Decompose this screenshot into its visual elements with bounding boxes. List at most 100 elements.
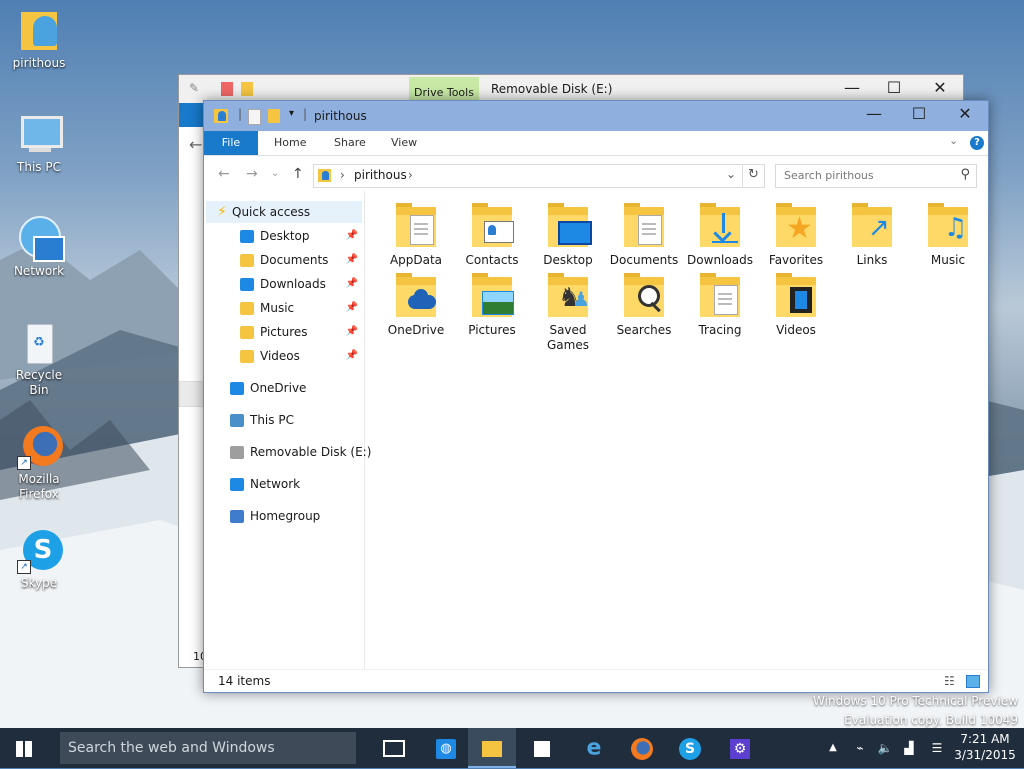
nav-item-removable-disk-e[interactable]: Removable Disk (E:) [230, 441, 371, 463]
start-button[interactable] [0, 728, 48, 768]
power-plug-icon[interactable]: ⌁ [850, 728, 870, 768]
tab-share[interactable]: Share [334, 131, 366, 155]
taskbar: Search the web and Windows ◍ e S ⚙ ▲ ⌁ 🔈… [0, 728, 1024, 768]
desktop-icon-firefox[interactable]: ↗ Mozilla Firefox [6, 422, 72, 502]
back-arrow-icon[interactable]: ← [218, 166, 230, 182]
properties-icon[interactable] [248, 109, 261, 125]
expand-ribbon-icon[interactable]: ⌄ [949, 134, 958, 147]
tab-view[interactable]: View [391, 131, 417, 155]
taskbar-search-box[interactable]: Search the web and Windows [60, 732, 356, 764]
desktop-icon-pirithous[interactable]: pirithous [6, 6, 72, 71]
skype-icon: S ↗ [15, 526, 63, 574]
nav-item-homegroup[interactable]: Homegroup [230, 505, 362, 527]
folder-label: Documents [609, 253, 679, 267]
location-icon [230, 414, 244, 427]
desktop-icon-network[interactable]: Network [6, 214, 72, 279]
clock[interactable]: 7:21 AM 3/31/2015 [952, 728, 1018, 768]
search-input[interactable]: Search pirithous ⚲ [775, 164, 977, 188]
folder-item[interactable]: ↗ Links [834, 201, 910, 268]
desktop-icon-label: Mozilla [18, 472, 60, 486]
folder-icon [772, 271, 820, 319]
desktop-icon-skype[interactable]: S ↗ Skype [6, 526, 72, 591]
pin-icon[interactable]: 📌 [346, 297, 358, 319]
signal-bars-icon[interactable]: ▟ [900, 728, 918, 768]
search-placeholder: Search pirithous [784, 169, 874, 182]
customize-toolbar-dropdown-icon[interactable]: ▾ [289, 108, 294, 119]
nav-label: Documents [260, 253, 329, 267]
address-bar[interactable]: › pirithous › ⌄ ↻ [313, 164, 765, 188]
scrollbar[interactable] [179, 381, 205, 407]
pin-icon[interactable]: 📌 [346, 345, 358, 367]
file-explorer-icon [482, 740, 502, 757]
nav-item-videos[interactable]: Videos 📌 [240, 345, 362, 367]
pin-icon[interactable]: 📌 [346, 225, 358, 247]
folder-item[interactable]: ★ Favorites [758, 201, 834, 268]
pin-icon[interactable]: 📌 [346, 321, 358, 343]
taskbar-ie[interactable]: e [570, 728, 618, 768]
folder-item[interactable]: Documents [606, 201, 682, 268]
maximize-button[interactable]: ☐ [896, 101, 942, 129]
taskbar-store[interactable] [518, 728, 566, 768]
close-button[interactable]: ✕ [917, 75, 963, 103]
up-arrow-icon[interactable]: ↑ [292, 166, 304, 182]
nav-item-music[interactable]: Music 📌 [240, 297, 362, 319]
nav-item-downloads[interactable]: Downloads 📌 [240, 273, 362, 295]
breadcrumb-item[interactable]: pirithous [354, 168, 407, 182]
show-hidden-icons-chevron[interactable]: ▲ [826, 728, 840, 768]
desktop-icon-label: Firefox [19, 487, 59, 501]
title-bar[interactable]: | ▾ | pirithous — ☐ ✕ [204, 101, 988, 131]
details-view-icon[interactable]: ☷ [944, 674, 955, 688]
taskbar-file-explorer[interactable] [468, 728, 516, 768]
action-center-icon[interactable]: ☰ [928, 728, 946, 768]
folder-item[interactable]: Pictures [454, 271, 530, 338]
document-icon [406, 213, 436, 245]
nav-item-network[interactable]: Network [230, 473, 362, 495]
folder-icon [468, 271, 516, 319]
folder-item[interactable]: Tracing [682, 271, 758, 338]
folder-label: OneDrive [387, 323, 445, 337]
search-icon[interactable]: ⚲ [960, 167, 970, 182]
drive-icon: ✎ [189, 81, 200, 95]
refresh-icon[interactable]: ↻ [748, 167, 759, 182]
recent-locations-chevron-icon[interactable]: ⌄ [271, 168, 279, 179]
taskbar-globe-app[interactable]: ◍ [422, 728, 470, 768]
taskbar-firefox[interactable] [618, 728, 666, 768]
explorer-window[interactable]: | ▾ | pirithous — ☐ ✕ File Home Share Vi… [203, 100, 989, 693]
task-view-button[interactable] [370, 728, 418, 768]
pin-icon[interactable]: 📌 [346, 273, 358, 295]
large-icons-view-icon[interactable] [966, 675, 980, 688]
folder-item[interactable]: OneDrive [378, 271, 454, 338]
back-arrow-icon[interactable]: ← [189, 135, 202, 154]
nav-item-onedrive[interactable]: OneDrive [230, 377, 362, 399]
nav-quick-access[interactable]: ⚡ Quick access [206, 201, 362, 223]
folder-item[interactable]: Contacts [454, 201, 530, 268]
taskbar-skype[interactable]: S [666, 728, 714, 768]
nav-item-this-pc[interactable]: This PC [230, 409, 362, 431]
desktop-icon-recycle-bin[interactable]: ♻ Recycle Bin [6, 318, 72, 398]
folder-item[interactable]: ♞ ♟ Saved Games [530, 271, 606, 353]
folder-item[interactable]: Downloads [682, 201, 758, 268]
folder-item[interactable]: Videos [758, 271, 834, 338]
nav-item-documents[interactable]: Documents 📌 [240, 249, 362, 271]
tab-home[interactable]: Home [274, 131, 306, 155]
desktop-icon-this-pc[interactable]: This PC [6, 110, 72, 175]
folder-item[interactable]: AppData [378, 201, 454, 268]
taskbar-settings[interactable]: ⚙ [716, 728, 764, 768]
breadcrumb-separator-icon[interactable]: › [408, 168, 413, 182]
close-button[interactable]: ✕ [942, 101, 988, 129]
new-folder-icon[interactable] [268, 109, 280, 123]
help-icon[interactable]: ? [970, 136, 984, 150]
folder-item[interactable]: ♫ Music [910, 201, 986, 268]
forward-arrow-icon[interactable]: → [246, 166, 258, 182]
tab-file[interactable]: File [204, 131, 258, 155]
address-dropdown-icon[interactable]: ⌄ [726, 167, 736, 181]
volume-icon[interactable]: 🔈 [876, 728, 894, 768]
minimize-button[interactable]: — [851, 101, 897, 129]
pin-icon[interactable]: 📌 [346, 249, 358, 271]
nav-item-pictures[interactable]: Pictures 📌 [240, 321, 362, 343]
maximize-button[interactable]: ☐ [871, 75, 917, 103]
nav-item-desktop[interactable]: Desktop 📌 [240, 225, 362, 247]
folder-item[interactable]: Searches [606, 271, 682, 338]
folder-item[interactable]: Desktop [530, 201, 606, 268]
minimize-button[interactable]: — [829, 75, 875, 103]
